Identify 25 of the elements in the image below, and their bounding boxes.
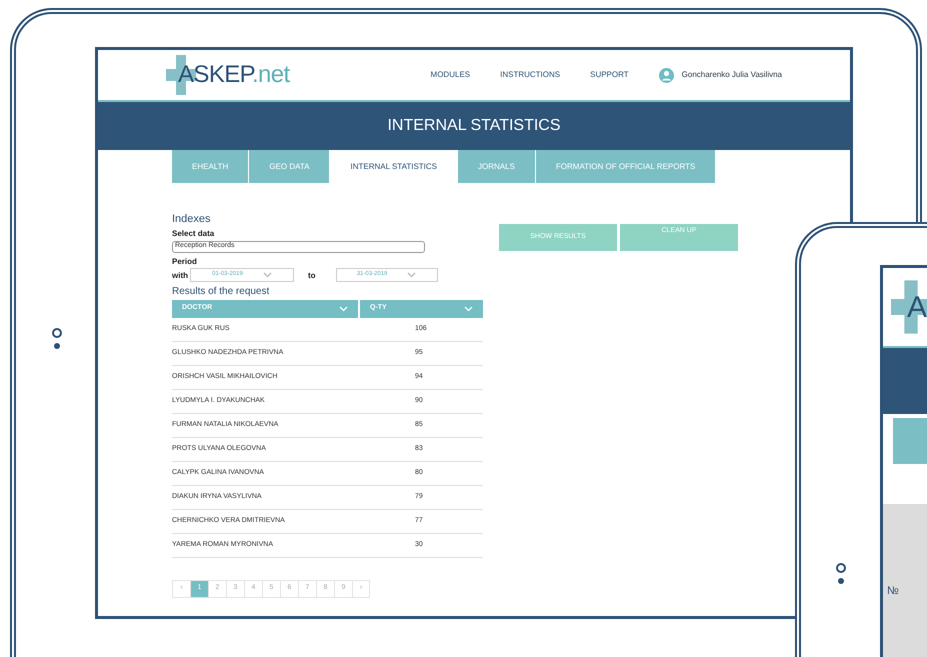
chevron-down-icon [407,272,416,278]
chevron-down-icon [339,306,348,312]
nav-link[interactable]: INSTRUCTIONS [500,69,560,81]
field-label: to [308,270,316,282]
user-avatar-icon [658,68,674,82]
tab[interactable]: JORNALS [458,150,536,183]
nav-link[interactable]: MODULES [430,69,470,81]
field-label: Period [172,256,198,268]
medical-cross-icon [891,279,927,335]
chevron-down-icon [262,272,272,278]
tab[interactable]: EHEALTH [172,150,250,183]
section-title: Indexes [172,212,212,227]
page-banner: INTERNAL STATISTICS [98,102,850,150]
field-label: Select data [172,228,216,240]
logo-text: A [907,290,927,326]
tab[interactable]: GEO DATA [249,150,330,183]
nav-link[interactable]: SUPPORT [590,69,629,81]
home-button-icon [52,328,62,349]
user-name: Goncharenko Julia Vasilivna [682,69,782,81]
field-label: with [172,270,188,282]
tab[interactable]: FORMATION OF OFFICIAL REPORTS [536,150,716,183]
home-button-icon [836,563,846,584]
number-sign-label: № [887,585,899,597]
section-title: Results of the request [172,284,270,298]
chevron-down-icon [464,306,473,312]
